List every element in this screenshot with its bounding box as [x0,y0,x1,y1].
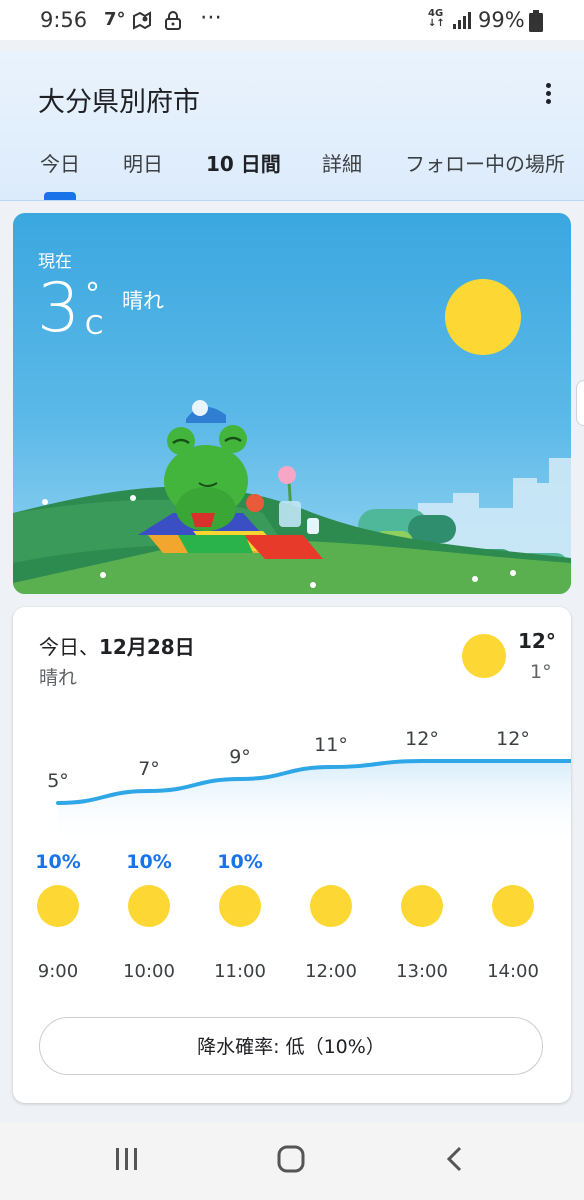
battery-icon [529,10,543,32]
precipitation-chance [473,851,553,875]
precipitation-chance: 10% [35,851,81,873]
navigation-bar [0,1122,584,1200]
sun-icon [219,885,261,927]
current-degree-symbol: ° [85,277,100,312]
sun-icon [401,885,443,927]
temperature-label: 5° [47,770,69,792]
day-title: 今日、12月28日 [39,635,195,659]
precipitation-button[interactable]: 降水確率: 低（10%） [39,1017,543,1075]
flower-jar [278,466,319,534]
status-temperature: 7° [104,9,126,30]
overflow-icon: ⋯ [200,5,224,30]
temperature-area [58,761,571,847]
back-icon[interactable] [430,1140,480,1180]
temperature-label: 9° [229,746,251,768]
status-time: 9:56 [40,8,88,32]
low-temperature: 1° [530,661,552,683]
sun-icon [128,885,170,927]
sun-icon [462,634,506,678]
scroll-handle[interactable] [576,380,584,426]
temperature-label: 11° [314,734,348,756]
hour-label: 10:00 [123,961,175,982]
hourly-temperature-chart: 5° 7° 9° 11° 12° 12° [47,728,571,847]
network-type: 4G ↓↑ [428,8,445,29]
more-vert-icon[interactable] [538,80,558,110]
signal-icon [453,12,471,29]
location-title: 大分県別府市 [38,87,200,118]
home-icon[interactable] [266,1140,316,1180]
current-conditions-card[interactable]: 現在 3 ° C 晴れ [13,213,571,594]
precipitation-chance: 10% [217,851,263,873]
active-tab-indicator [44,192,76,200]
hour-label: 11:00 [214,961,266,982]
location-icon [133,11,151,30]
lock-icon [165,11,181,30]
sun-icon [310,885,352,927]
hour-label: 9:00 [37,961,79,982]
temperature-label: 7° [138,758,160,780]
sun-icon [37,885,79,927]
tab-today[interactable]: 今日 [40,148,80,177]
hour-label: 14:00 [487,961,539,982]
sun-icon [445,279,521,355]
battery-level: 99% [478,8,525,32]
precipitation-chance: 10% [126,851,172,873]
current-temperature-unit: C [85,311,104,341]
precipitation-chance [291,851,371,875]
current-temperature: 3 [37,269,81,348]
sun-icon [492,885,534,927]
status-bar: 9:56 7° ⋯ 4G ↓↑ 99% [0,0,584,40]
day-condition: 晴れ [39,667,78,689]
tab-tomorrow[interactable]: 明日 [123,148,163,177]
current-condition: 晴れ [122,289,164,313]
precipitation-chance [382,851,462,875]
tab-followed-places[interactable]: フォロー中の場所 [405,148,565,177]
hour-label: 13:00 [396,961,448,982]
tab-10-day[interactable]: 10 日間 [206,148,281,177]
recent-apps-icon[interactable] [102,1140,152,1180]
app-header: 大分県別府市 今日 明日 10 日間 詳細 フォロー中の場所 [0,52,584,201]
hour-label: 12:00 [305,961,357,982]
weather-illustration [13,279,571,594]
temperature-label: 12° [496,728,530,750]
temperature-label: 12° [405,728,439,750]
tab-bar: 今日 明日 10 日間 詳細 フォロー中の場所 [0,148,584,200]
tab-details[interactable]: 詳細 [322,148,362,177]
today-forecast-card: 今日、12月28日 晴れ 12° 1° 5° 7° 9° 11° 12° 12° 10% 9… [13,607,571,1103]
high-temperature: 12° [518,629,556,653]
